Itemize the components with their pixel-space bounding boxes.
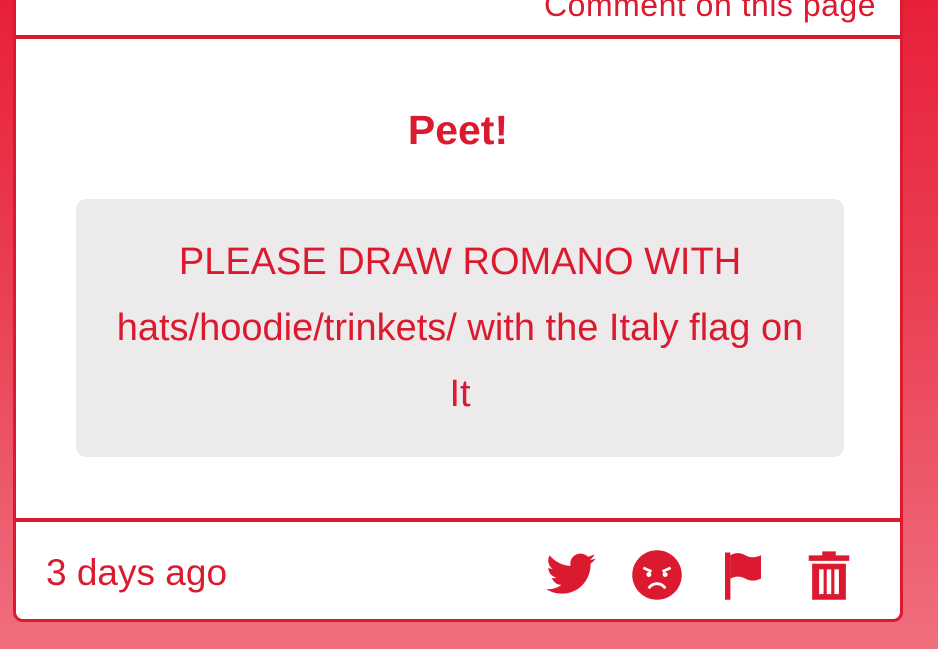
angry-face-icon[interactable] — [630, 548, 684, 602]
previous-card-link[interactable]: Comment on this page — [544, 0, 876, 24]
post-footer: 3 days ago — [16, 518, 900, 619]
action-bar — [544, 548, 856, 602]
twitter-icon[interactable] — [544, 548, 598, 602]
post-card: Comment on this page Peet! PLEASE DRAW R… — [13, 0, 903, 622]
timestamp: 3 days ago — [46, 552, 228, 593]
message-box: PLEASE DRAW ROMANO WITH hats/hoodie/trin… — [76, 199, 844, 457]
message-text: PLEASE DRAW ROMANO WITH hats/hoodie/trin… — [116, 241, 804, 415]
trash-icon[interactable] — [802, 548, 856, 602]
previous-card-footer: Comment on this page — [16, 0, 900, 39]
post-title: Peet! — [407, 107, 509, 153]
flag-icon[interactable] — [716, 548, 770, 602]
